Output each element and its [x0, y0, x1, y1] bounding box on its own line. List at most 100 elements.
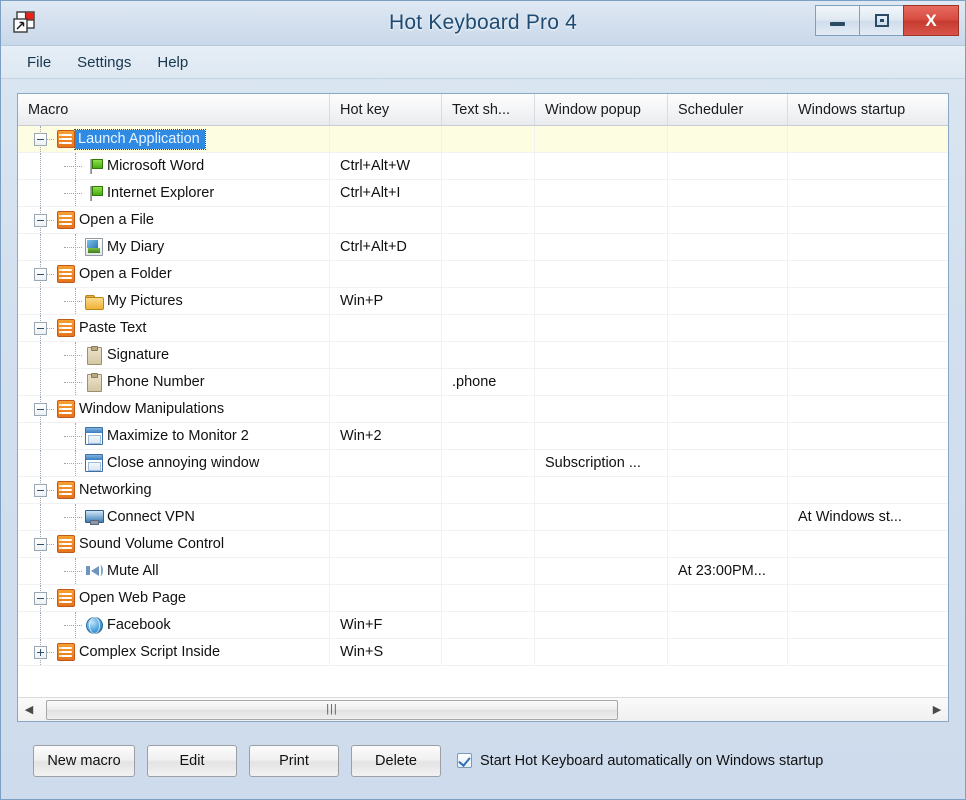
macro-tree-row[interactable]: Maximize to Monitor 2 Win+2 — [18, 423, 948, 450]
macro-node-label[interactable]: Open a Folder — [75, 266, 172, 282]
macro-windowpopup-cell — [535, 558, 668, 584]
column-header-scheduler[interactable]: Scheduler — [668, 94, 788, 125]
menu-item-file[interactable]: File — [17, 51, 61, 74]
close-button[interactable]: X — [903, 5, 959, 36]
tree-connector-stub — [64, 462, 82, 464]
macro-tree-row[interactable]: My Pictures Win+P — [18, 288, 948, 315]
tree-collapse-button[interactable] — [34, 213, 47, 227]
macro-tree-row[interactable]: My Diary Ctrl+Alt+D — [18, 234, 948, 261]
macro-node-label[interactable]: Facebook — [103, 617, 171, 633]
macro-node-label[interactable]: My Pictures — [103, 293, 183, 309]
macro-node-label[interactable]: Paste Text — [75, 320, 146, 336]
tree-collapse-button[interactable] — [34, 537, 47, 551]
macro-node-label[interactable]: Connect VPN — [103, 509, 195, 525]
macro-tree-row[interactable]: Open Web Page — [18, 585, 948, 612]
column-header-text-sh[interactable]: Text sh... — [442, 94, 535, 125]
tree-collapse-button[interactable] — [34, 321, 47, 335]
macro-node-label[interactable]: Open a File — [75, 212, 154, 228]
tree-connector-line — [40, 450, 41, 476]
macro-tree-row[interactable]: Open a Folder — [18, 261, 948, 288]
minimize-icon — [830, 22, 845, 26]
column-header-macro[interactable]: Macro — [18, 94, 330, 125]
startup-checkbox-label: Start Hot Keyboard automatically on Wind… — [480, 752, 824, 769]
macro-node-label[interactable]: Complex Script Inside — [75, 644, 220, 660]
tree-connector-stub — [47, 597, 54, 599]
macro-name-cell: My Pictures — [18, 288, 330, 314]
macro-tree-body[interactable]: Launch Application Microsoft Word Ctrl+Alt… — [18, 126, 948, 697]
scrollbar-track[interactable]: ||| — [40, 699, 926, 721]
menu-item-help[interactable]: Help — [147, 51, 198, 74]
column-header-windows-startup[interactable]: Windows startup — [788, 94, 948, 125]
macro-node-label[interactable]: Microsoft Word — [103, 158, 204, 174]
window-controls: X — [815, 5, 959, 36]
macro-node-label[interactable]: Open Web Page — [75, 590, 186, 606]
column-header-window-popup[interactable]: Window popup — [535, 94, 668, 125]
horizontal-scrollbar[interactable]: ◀ ||| ▶ — [18, 697, 948, 721]
macro-scheduler-cell — [668, 369, 788, 395]
macro-tree-row[interactable]: Complex Script Inside Win+S — [18, 639, 948, 666]
tree-collapse-button[interactable] — [34, 132, 47, 146]
macro-tree-row[interactable]: Launch Application — [18, 126, 948, 153]
tree-connector-stub — [64, 435, 82, 437]
restore-button[interactable] — [859, 5, 904, 36]
scrollbar-thumb[interactable]: ||| — [46, 699, 618, 720]
delete-button[interactable]: Delete — [351, 744, 441, 777]
column-header-hot-key[interactable]: Hot key — [330, 94, 442, 125]
macro-node-label[interactable]: Signature — [103, 347, 169, 363]
tree-collapse-button[interactable] — [34, 483, 47, 497]
macro-tree-row[interactable]: Mute All At 23:00PM... — [18, 558, 948, 585]
macro-tree-row[interactable]: Window Manipulations — [18, 396, 948, 423]
macro-node-label[interactable]: Maximize to Monitor 2 — [103, 428, 249, 444]
tree-connector-line — [75, 342, 76, 368]
title-bar: Hot Keyboard Pro 4 X — [1, 1, 965, 46]
tree-collapse-button[interactable] — [34, 402, 47, 416]
tree-collapse-button[interactable] — [34, 591, 47, 605]
macro-textshortcut-cell — [442, 288, 535, 314]
startup-checkbox[interactable] — [457, 753, 472, 768]
tree-connector-line — [75, 153, 76, 179]
macro-node-label[interactable]: My Diary — [103, 239, 164, 255]
edit-button[interactable]: Edit — [147, 744, 237, 777]
macro-name-cell: Facebook — [18, 612, 330, 638]
macro-tree-row[interactable]: Signature — [18, 342, 948, 369]
macro-windowsstartup-cell — [788, 126, 948, 152]
macro-tree-row[interactable]: Networking — [18, 477, 948, 504]
minimize-button[interactable] — [815, 5, 860, 36]
macro-tree-row[interactable]: Facebook Win+F — [18, 612, 948, 639]
new-macro-button[interactable]: New macro — [33, 744, 135, 777]
macro-textshortcut-cell — [442, 342, 535, 368]
macro-node-label[interactable]: Window Manipulations — [75, 401, 224, 417]
scrollbar-thumb-grip: ||| — [326, 703, 338, 715]
tree-connector-line — [75, 450, 76, 476]
macro-tree-row[interactable]: Connect VPN At Windows st... — [18, 504, 948, 531]
macro-tree-row[interactable]: Internet Explorer Ctrl+Alt+I — [18, 180, 948, 207]
scroll-right-arrow-icon[interactable]: ▶ — [926, 699, 948, 721]
macro-hotkey-cell — [330, 504, 442, 530]
macro-name-cell: Microsoft Word — [18, 153, 330, 179]
macro-tree-row[interactable]: Close annoying window Subscription ... — [18, 450, 948, 477]
macro-tree-row[interactable]: Sound Volume Control — [18, 531, 948, 558]
macro-node-label[interactable]: Close annoying window — [103, 455, 259, 471]
macro-node-label[interactable]: Sound Volume Control — [75, 536, 224, 552]
macro-node-label[interactable]: Networking — [75, 482, 152, 498]
tree-collapse-button[interactable] — [34, 267, 47, 281]
macro-node-label[interactable]: Mute All — [103, 563, 159, 579]
macro-tree-row[interactable]: Phone Number .phone — [18, 369, 948, 396]
startup-checkbox-group[interactable]: Start Hot Keyboard automatically on Wind… — [457, 753, 823, 769]
scroll-left-arrow-icon[interactable]: ◀ — [18, 699, 40, 721]
macro-node-label[interactable]: Phone Number — [103, 374, 205, 390]
macro-node-label[interactable]: Internet Explorer — [103, 185, 214, 201]
macro-textshortcut-cell — [442, 153, 535, 179]
macro-tree-row[interactable]: Paste Text — [18, 315, 948, 342]
print-button[interactable]: Print — [249, 744, 339, 777]
tree-expand-button[interactable] — [34, 645, 47, 659]
tree-connector-line — [75, 369, 76, 395]
menu-item-settings[interactable]: Settings — [67, 51, 141, 74]
group-list-icon — [57, 400, 75, 418]
macro-node-label[interactable]: Launch Application — [74, 128, 206, 150]
macro-tree-row[interactable]: Open a File — [18, 207, 948, 234]
macro-tree-row[interactable]: Microsoft Word Ctrl+Alt+W — [18, 153, 948, 180]
tree-connector-line — [40, 558, 41, 584]
